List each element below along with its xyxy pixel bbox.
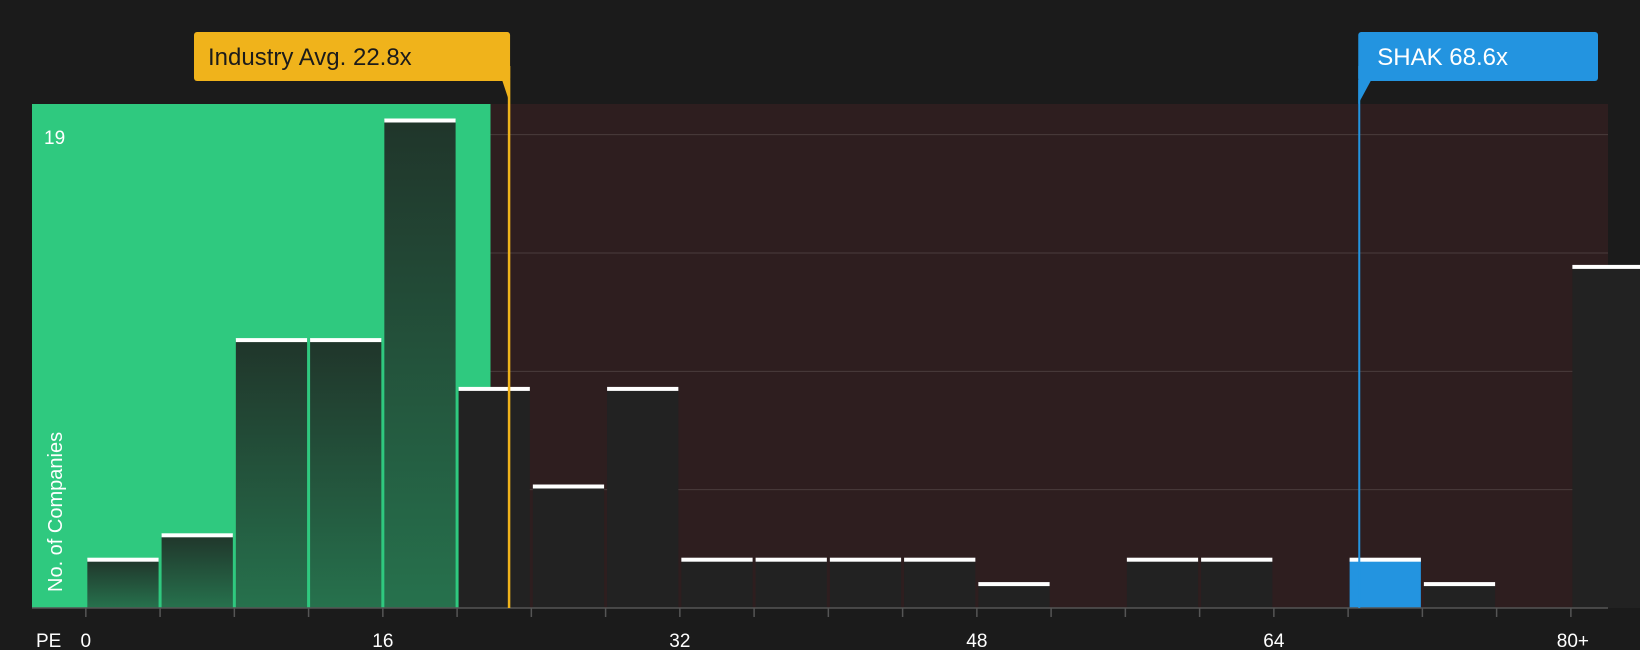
bar (161, 534, 233, 608)
bar-cap (1349, 557, 1421, 562)
bar (1201, 559, 1273, 608)
bar (904, 559, 976, 608)
bar-cap (607, 386, 679, 391)
bar (310, 339, 382, 608)
x-axis-label: PE (36, 631, 61, 650)
bar-cap (458, 386, 530, 391)
bar-highlight (1349, 559, 1421, 608)
bar (87, 559, 159, 608)
bar-cap (1201, 557, 1273, 562)
bar (681, 559, 753, 608)
bar-cap (1572, 264, 1640, 269)
bar-cap (310, 338, 382, 343)
bar (607, 388, 679, 608)
bar-cap (384, 118, 456, 123)
bar (978, 583, 1050, 608)
bar-cap (532, 484, 605, 489)
bar (755, 559, 827, 608)
bar-cap (904, 557, 976, 562)
company-pe-label: SHAK 68.6x (1377, 44, 1508, 71)
bar (458, 388, 530, 608)
bar (1126, 559, 1199, 608)
bar (384, 120, 456, 608)
industry-avg-label: Industry Avg. 22.8x (208, 44, 412, 71)
pe-distribution-chart: Industry Avg. 22.8x SHAK 68.6x 19 No. of… (0, 0, 1640, 650)
bar-cap (87, 557, 159, 562)
x-tick-label: 64 (1263, 631, 1285, 650)
bar-cap (755, 557, 827, 562)
x-tick-label: 16 (372, 631, 393, 650)
bar-cap (829, 557, 902, 562)
bar (532, 486, 605, 608)
x-tick-label: 48 (966, 631, 987, 650)
y-tick-label: 19 (44, 128, 65, 149)
bar (235, 339, 308, 608)
bar (1423, 583, 1496, 608)
x-tick-label: 80+ (1557, 631, 1589, 650)
bar (829, 559, 902, 608)
bar-cap (235, 338, 308, 343)
x-axis-ticks (85, 608, 1572, 617)
x-tick-label: 0 (81, 631, 92, 650)
y-axis-label: No. of Companies (45, 432, 67, 592)
bar-cap (978, 582, 1050, 587)
bar-cap (1126, 557, 1199, 562)
bar-cap (1423, 582, 1496, 587)
bar-cap (681, 557, 753, 562)
x-tick-label: 32 (669, 631, 690, 650)
bar-cap (161, 533, 233, 538)
bar (1572, 266, 1640, 608)
